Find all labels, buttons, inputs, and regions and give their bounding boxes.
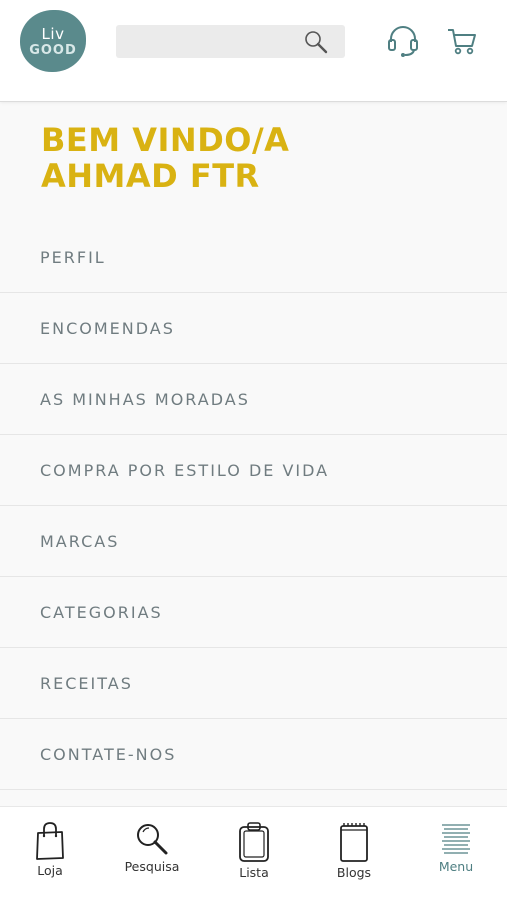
menu-item-label: MARCAS — [40, 531, 120, 551]
menu-item-label: COMPRA POR ESTILO DE VIDA — [40, 460, 330, 480]
nav-label: Blogs — [336, 865, 372, 880]
menu-item-label: ENCOMENDAS — [40, 318, 175, 338]
menu-item-label: RECEITAS — [40, 673, 133, 693]
clipboard-icon — [239, 822, 269, 862]
menu-item-categorias[interactable]: CATEGORIAS — [0, 577, 507, 648]
logo-text-top: Liv — [41, 25, 65, 43]
magnifier-icon — [137, 824, 168, 855]
welcome-heading: BEM VINDO/A AHMAD FTR — [41, 122, 289, 194]
nav-item-menu[interactable]: Menu — [406, 807, 506, 901]
account-menu: PERFIL ENCOMENDAS AS MINHAS MORADAS COMP… — [0, 222, 507, 790]
menu-item-perfil[interactable]: PERFIL — [0, 222, 507, 293]
bottom-navigation: Loja Pesquisa Lista Blogs Menu — [0, 806, 507, 901]
app-header: Liv GOOD — [0, 0, 507, 102]
shopping-bag-icon — [36, 822, 64, 860]
livgood-logo[interactable]: Liv GOOD — [20, 10, 86, 72]
menu-item-marcas[interactable]: MARCAS — [0, 506, 507, 577]
search-bar[interactable] — [116, 25, 345, 58]
menu-lines-icon — [442, 824, 470, 854]
headset-icon[interactable] — [386, 24, 420, 58]
menu-item-receitas[interactable]: RECEITAS — [0, 648, 507, 719]
menu-item-estilo-de-vida[interactable]: COMPRA POR ESTILO DE VIDA — [0, 435, 507, 506]
nav-item-lista[interactable]: Lista — [204, 807, 304, 901]
nav-label: Pesquisa — [124, 859, 180, 874]
menu-item-label: PERFIL — [40, 247, 106, 267]
notepad-icon — [340, 823, 368, 862]
logo-text-bottom: GOOD — [29, 43, 77, 58]
nav-item-blogs[interactable]: Blogs — [304, 807, 404, 901]
menu-item-label: CONTATE-NOS — [40, 744, 177, 764]
search-input[interactable] — [116, 25, 316, 58]
menu-item-contate-nos[interactable]: CONTATE-NOS — [0, 719, 507, 790]
nav-label: Menu — [438, 859, 474, 874]
nav-item-pesquisa[interactable]: Pesquisa — [102, 807, 202, 901]
menu-item-moradas[interactable]: AS MINHAS MORADAS — [0, 364, 507, 435]
nav-item-loja[interactable]: Loja — [0, 807, 100, 901]
nav-label: Loja — [37, 863, 63, 878]
menu-item-label: CATEGORIAS — [40, 602, 163, 622]
menu-item-label: AS MINHAS MORADAS — [40, 389, 250, 409]
search-icon[interactable] — [303, 29, 329, 55]
cart-icon[interactable] — [445, 24, 479, 58]
nav-label: Lista — [239, 865, 269, 880]
welcome-line-username: AHMAD FTR — [41, 157, 260, 195]
welcome-line-greeting: BEM VINDO/A — [41, 121, 290, 159]
menu-item-encomendas[interactable]: ENCOMENDAS — [0, 293, 507, 364]
